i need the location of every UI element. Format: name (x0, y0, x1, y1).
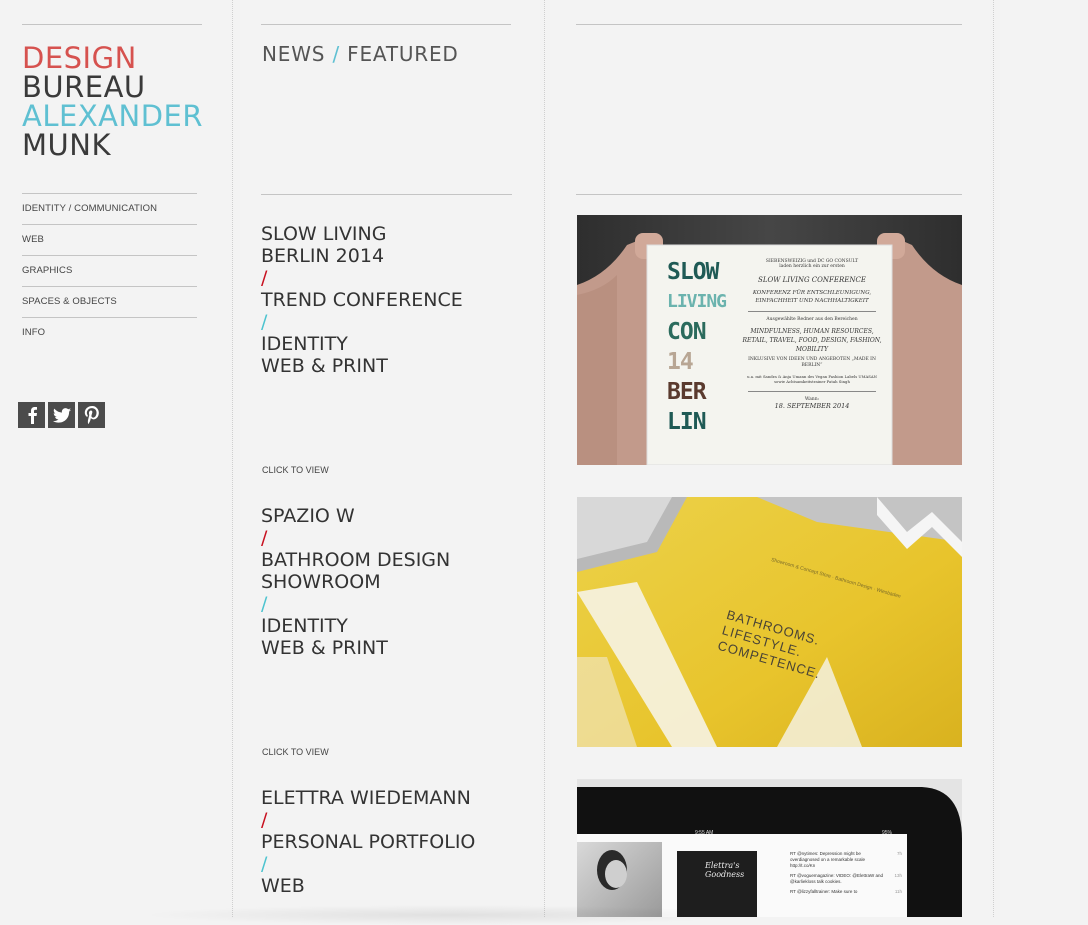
pinterest-icon[interactable] (78, 402, 105, 428)
page-title: NEWS / FEATURED (262, 42, 459, 66)
logo-line-bureau: BUREAU (22, 70, 146, 104)
poster-rule (748, 391, 876, 392)
title-featured: FEATURED (347, 42, 459, 66)
tweet-meta: 13h (894, 873, 902, 878)
tablet-time: 9:55 AM (695, 830, 714, 836)
red-slash: / (261, 809, 268, 831)
project-thumbnail-slow-living[interactable]: SLOW LIVING CON 14 BER LIN SIEBENSWEIZIG… (577, 215, 962, 465)
project-elettra-wiedemann[interactable]: ELETTRA WIEDEMANN / PERSONAL PORTFOLIO /… (261, 787, 531, 897)
project-thumbnail-elettra[interactable]: 9:55 AM 95% Elettra's Goodness RT @nytim… (577, 779, 962, 917)
poster-made-in: INKLUSIVE VON IDEEN UND ANGEBOTEN „MADE … (748, 357, 876, 368)
poster-date: 18. SEPTEMBER 2014 (774, 402, 850, 410)
header-rule (576, 24, 962, 25)
header-rule (22, 24, 202, 25)
stencil-line: LIN (667, 409, 707, 435)
blog-title: Elettra's Goodness (705, 861, 745, 879)
column-divider (232, 0, 233, 917)
logo-line-design: DESIGN (22, 41, 137, 75)
nav-item-web[interactable]: WEB (22, 224, 197, 255)
stencil-line: CON (667, 319, 707, 345)
project-thumbnail-spazio-w[interactable]: BATHROOMS. LIFESTYLE. COMPETENCE. Showro… (577, 497, 962, 747)
tweet-text: RT @nytimes: Depression might be overdia… (790, 851, 866, 868)
poster-topics-intro: Ausgewählte Redner aus den Bereichen (766, 317, 858, 322)
project-type-line: PERSONAL PORTFOLIO (261, 831, 476, 853)
column-divider (544, 0, 545, 917)
stencil-line: 14 (667, 349, 694, 375)
tweet-text: RT @lizzyfalltrainer: Make sure to (790, 889, 858, 894)
portrait-face (605, 860, 627, 888)
red-slash: / (261, 267, 268, 289)
column-divider (993, 0, 994, 917)
poster-invite: laden herzlich ein zur ersten (779, 264, 845, 269)
nav-item-info[interactable]: INFO (22, 317, 197, 348)
project-type-line: TREND CONFERENCE (261, 289, 463, 311)
stencil-line: BER (667, 379, 707, 405)
social-links (18, 402, 105, 428)
stencil-line: LIVING (667, 291, 727, 312)
main-navigation: IDENTITY / COMMUNICATION WEB GRAPHICS SP… (22, 193, 197, 348)
click-to-view-link[interactable]: CLICK TO VIEW (262, 465, 329, 475)
project-type-line: SHOWROOM (261, 571, 381, 593)
poster-conference-title: SLOW LIVING CONFERENCE (758, 276, 866, 284)
site-logo[interactable]: DESIGN BUREAU ALEXANDER MUNK (22, 44, 203, 160)
poster-topics: MINDFULNESS, HUMAN RESOURCES, RETAIL, TR… (742, 328, 882, 353)
poster-rule (748, 311, 876, 312)
project-spazio-w[interactable]: SPAZIO W / BATHROOM DESIGN SHOWROOM / ID… (261, 505, 531, 659)
project-slow-living[interactable]: SLOW LIVING BERLIN 2014 / TREND CONFEREN… (261, 223, 531, 377)
section-rule (576, 194, 962, 195)
tweet-item: RT @voguemagazine: VIDEO: @ElettraW and … (790, 873, 902, 885)
logo-line-munk: MUNK (22, 128, 111, 162)
header-rule (261, 24, 511, 25)
tweet-item: RT @lizzyfalltrainer: Make sure to 11h (790, 889, 902, 895)
poster-stencil-title: SLOW LIVING CON 14 BER LIN (667, 257, 727, 437)
tweet-meta: 11h (894, 889, 902, 894)
tweet-text: RT @voguemagazine: VIDEO: @ElettraW and … (790, 873, 884, 884)
project-title-line: ELETTRA WIEDEMANN (261, 787, 471, 809)
blue-slash: / (261, 311, 268, 333)
twitter-icon[interactable] (48, 402, 75, 428)
project-category-line: WEB & PRINT (261, 637, 388, 659)
bottom-shadow (140, 905, 760, 925)
project-category-line: IDENTITY (261, 615, 348, 637)
title-separator: / (332, 42, 340, 66)
nav-item-identity-communication[interactable]: IDENTITY / COMMUNICATION (22, 193, 197, 224)
tablet-status-bar: 9:55 AM 95% (577, 830, 907, 838)
project-category-line: WEB & PRINT (261, 355, 388, 377)
logo-line-alexander: ALEXANDER (22, 99, 204, 133)
red-slash: / (261, 527, 268, 549)
stencil-line: SLOW (667, 259, 719, 285)
poster-text: SIEBENSWEIZIG und DC GO CONSULT laden he… (742, 259, 882, 410)
project-title-line: SPAZIO W (261, 505, 355, 527)
nav-item-graphics[interactable]: GRAPHICS (22, 255, 197, 286)
tablet-battery: 95% (882, 830, 893, 836)
project-category-line: WEB (261, 875, 305, 897)
blue-slash: / (261, 853, 268, 875)
title-news: NEWS (262, 42, 326, 66)
poster-speakers: u.a. mit Sandra & Anja Umann des Vegan F… (747, 374, 877, 384)
facebook-icon[interactable] (18, 402, 45, 428)
blue-slash: / (261, 593, 268, 615)
tweet-meta: 7h (896, 851, 902, 856)
project-title-line: BERLIN 2014 (261, 245, 385, 267)
tweet-item: RT @nytimes: Depression might be overdia… (790, 851, 902, 869)
project-category-line: IDENTITY (261, 333, 348, 355)
click-to-view-link[interactable]: CLICK TO VIEW (262, 747, 329, 757)
section-rule (261, 194, 512, 195)
project-title-line: SLOW LIVING (261, 223, 387, 245)
tweet-feed: RT @nytimes: Depression might be overdia… (790, 851, 902, 895)
project-type-line: BATHROOM DESIGN (261, 549, 451, 571)
poster-subtitle: KONFERENZ FÜR ENTSCHLEUNIGUNG, EINFACHHE… (752, 290, 872, 304)
nav-item-spaces-objects[interactable]: SPACES & OBJECTS (22, 286, 197, 317)
